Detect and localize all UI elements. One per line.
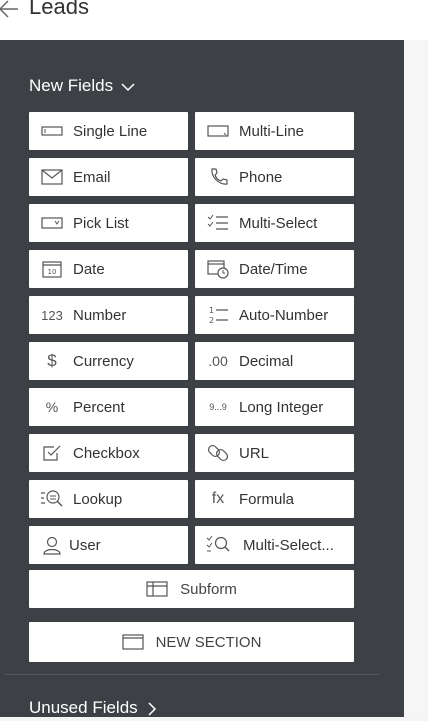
field-checkbox[interactable]: Checkbox (29, 434, 188, 472)
chevron-right-icon (146, 701, 158, 716)
field-label: Date/Time (239, 260, 308, 278)
date-time-icon (205, 259, 231, 279)
unused-fields-header[interactable]: Unused Fields (29, 698, 158, 718)
phone-icon (205, 167, 231, 187)
field-auto-number[interactable]: 12 Auto-Number (195, 296, 354, 334)
field-label: Number (73, 306, 127, 324)
percent-icon: % (45, 399, 59, 415)
field-label: Phone (239, 168, 283, 186)
formula-icon: fx (211, 490, 225, 507)
field-label: User (69, 536, 101, 554)
field-pick-list[interactable]: Pick List (29, 204, 188, 242)
divider (5, 674, 379, 675)
section-icon (121, 634, 144, 650)
field-label: Percent (73, 398, 125, 416)
date-icon: 10 (39, 259, 65, 279)
multi-line-icon (205, 121, 231, 141)
single-line-icon (39, 121, 65, 141)
multi-select-lookup-icon (205, 535, 231, 555)
field-label: Checkbox (73, 444, 140, 462)
field-label: Decimal (239, 352, 294, 370)
chevron-down-icon (121, 79, 135, 93)
field-label: Lookup (73, 490, 123, 508)
field-formula[interactable]: fx Formula (195, 480, 354, 518)
field-email[interactable]: Email (29, 158, 188, 196)
new-section-label: NEW SECTION (155, 633, 262, 651)
decimal-icon: .00 (208, 353, 228, 369)
svg-text:2: 2 (209, 316, 214, 325)
unused-fields-label: Unused Fields (29, 698, 138, 717)
field-currency[interactable]: $ Currency (29, 342, 188, 380)
canvas-edge (404, 40, 428, 717)
page-title: Leads (29, 0, 89, 19)
field-phone[interactable]: Phone (195, 158, 354, 196)
field-decimal[interactable]: .00 Decimal (195, 342, 354, 380)
email-icon (39, 167, 65, 187)
subform-button[interactable]: Subform (29, 570, 354, 608)
number-icon: 123 (41, 307, 63, 323)
field-date[interactable]: 10 Date (29, 250, 188, 288)
field-label: Currency (73, 352, 134, 370)
new-section-button[interactable]: NEW SECTION (29, 622, 354, 662)
long-integer-icon: 9...9 (209, 402, 227, 412)
top-bar: Leads (0, 0, 428, 40)
svg-text:10: 10 (48, 268, 57, 276)
field-label: Multi-Select... (243, 536, 334, 554)
field-long-integer[interactable]: 9...9 Long Integer (195, 388, 354, 426)
field-label: Multi-Select (239, 214, 318, 232)
field-multi-select[interactable]: Multi-Select (195, 204, 354, 242)
user-icon (39, 535, 65, 555)
field-multi-line[interactable]: Multi-Line (195, 112, 354, 150)
subform-icon (146, 580, 168, 598)
currency-icon: $ (47, 351, 57, 370)
pick-list-icon (39, 213, 65, 233)
field-percent[interactable]: % Percent (29, 388, 188, 426)
field-label: Email (73, 168, 111, 186)
field-label: Auto-Number (239, 306, 329, 324)
subform-label: Subform (180, 580, 237, 598)
field-label: Date (73, 260, 105, 278)
field-url[interactable]: URL (195, 434, 354, 472)
field-label: Single Line (73, 122, 148, 140)
field-user[interactable]: User (29, 526, 188, 564)
new-fields-header[interactable]: New Fields (29, 76, 135, 96)
new-fields-label: New Fields (29, 76, 114, 95)
auto-number-icon: 12 (205, 305, 231, 325)
field-label: Long Integer (239, 398, 324, 416)
field-single-line[interactable]: Single Line (29, 112, 188, 150)
field-number[interactable]: 123 Number (29, 296, 188, 334)
checkbox-icon (39, 443, 65, 463)
lookup-icon (39, 489, 65, 509)
field-date-time[interactable]: Date/Time (195, 250, 354, 288)
field-lookup[interactable]: Lookup (29, 480, 188, 518)
field-multi-select-lookup[interactable]: Multi-Select... (195, 526, 354, 564)
field-label: Multi-Line (239, 122, 305, 140)
multi-select-icon (205, 213, 231, 233)
svg-text:1: 1 (209, 306, 214, 315)
back-arrow-icon[interactable] (0, 0, 22, 20)
field-label: Pick List (73, 214, 129, 232)
field-label: URL (239, 444, 270, 462)
field-label: Formula (239, 490, 295, 508)
link-icon (205, 443, 231, 463)
